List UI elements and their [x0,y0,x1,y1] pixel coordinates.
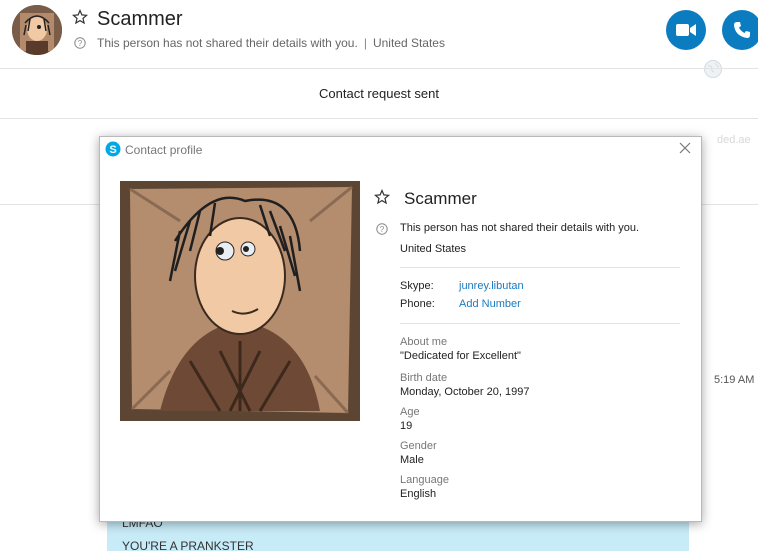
svg-text:S: S [109,144,116,156]
skype-label: Skype: [400,280,434,292]
profile-details-note: This person has not shared their details… [400,222,640,234]
contact-profile-dialog: S Contact profile Scammer ? This person … [99,136,702,522]
add-number-link[interactable]: Add Number [459,298,521,310]
birth-date-value: Monday, October 20, 1997 [400,386,530,398]
age-value: 19 [400,420,413,432]
close-icon[interactable] [678,141,692,155]
profile-country: United States [400,243,467,255]
about-me-value: "Dedicated for Excellent" [400,350,521,362]
status-divider [0,118,758,119]
audio-call-button[interactable] [722,10,758,50]
video-icon [676,24,696,36]
language-label: Language [400,474,449,486]
favorite-star-icon[interactable] [373,188,391,210]
favorite-star-icon[interactable] [71,8,89,30]
dialog-title: Contact profile [125,143,203,157]
profile-photo [120,181,360,421]
profile-name: Scammer [404,189,477,208]
message-timestamp: 5:19 AM [714,374,755,386]
phone-label: Phone: [400,298,435,310]
contact-country: United States [372,36,445,50]
request-status: Contact request sent [319,86,439,101]
contact-subtitle: This person has not shared their details… [97,36,445,50]
svg-text:?: ? [78,39,83,48]
age-label: Age [400,406,420,418]
separator: | [363,36,367,50]
language-value: English [400,488,437,500]
details-note: This person has not shared their details… [97,36,358,50]
globe-icon [703,59,723,84]
divider [400,323,680,324]
svg-text:?: ? [380,225,385,234]
skype-id-link[interactable]: junrey.libutan [459,280,524,292]
divider [400,267,680,268]
video-call-button[interactable] [666,10,706,50]
gender-value: Male [400,454,424,466]
header-divider [0,68,758,69]
birth-date-label: Birth date [400,372,448,384]
skype-logo-icon: S [105,141,121,162]
gender-label: Gender [400,440,437,452]
question-icon: ? [376,222,388,240]
contact-name: Scammer [97,8,183,30]
about-me-label: About me [400,336,448,348]
faint-text: ded.ae [717,134,751,146]
question-icon: ? [74,36,86,54]
header-avatar[interactable] [12,5,62,55]
phone-icon [734,22,750,38]
